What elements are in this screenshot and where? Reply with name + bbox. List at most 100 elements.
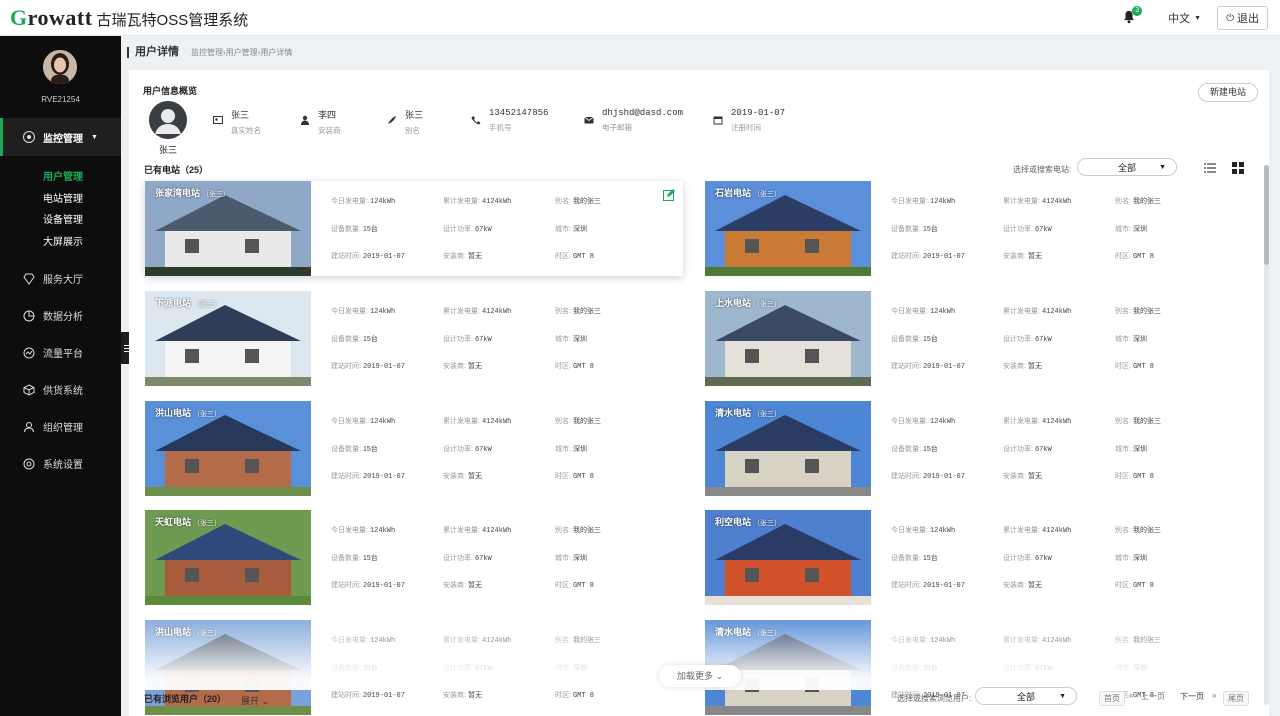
field-value: 67kW	[1034, 446, 1052, 454]
caret-down-icon: ▼	[1059, 692, 1066, 700]
brand[interactable]: Growatt 古瑞瓦特OSS管理系统	[10, 5, 248, 31]
breadcrumb-path[interactable]: 监控管理›用户管理›用户详情	[191, 47, 292, 58]
trend-icon	[23, 347, 35, 358]
field-label: 建站时间:	[891, 582, 921, 589]
field-value: 深圳	[572, 446, 587, 453]
station-photo[interactable]: 石岩电站 （张三）	[705, 181, 871, 276]
field-label: 时区:	[1115, 363, 1131, 370]
station-photo[interactable]: 清水电站（张三）	[705, 401, 871, 496]
station-card[interactable]: 洪山电站（张三） 今日发电量:124kWh 设备数量:15台建站时间:2019-01…	[145, 401, 683, 496]
field-value: 深圳	[1132, 446, 1147, 453]
language-select[interactable]: 中文 ▼	[1168, 10, 1201, 26]
station-photo[interactable]: 洪山电站（张三）	[145, 401, 311, 496]
station-photo[interactable]: 上水电站 （张三）	[705, 291, 871, 386]
scrollbar[interactable]	[1264, 165, 1269, 705]
station-field-total: 累计发电量:4124kWh	[1003, 525, 1071, 535]
field-value: 我的张三	[572, 198, 601, 205]
station-field-total: 累计发电量:4124kWh	[1003, 196, 1071, 206]
field-value: GMT 8	[1132, 582, 1154, 590]
field-label: 时区:	[1115, 582, 1131, 589]
pager-last[interactable]: 尾页	[1223, 691, 1249, 706]
field-label: 设计功率:	[1003, 446, 1033, 453]
station-photo[interactable]: 天虹电站 （张三）	[145, 510, 311, 605]
sidebar-item-monitor[interactable]: 监控管理 ▼	[0, 118, 121, 156]
feather-icon	[388, 116, 396, 124]
subnav-user-manage[interactable]: 用户管理	[43, 168, 83, 183]
sidebar-item-service-hall[interactable]: 服务大厅	[23, 271, 83, 286]
field-label: 设备数量:	[891, 226, 921, 233]
field-value: 我的张三	[572, 418, 601, 425]
station-field-today: 今日发电量:124kWh	[331, 196, 395, 206]
subnav-device-manage[interactable]: 设备管理	[43, 211, 83, 226]
station-name: 洪山电站（张三）	[155, 408, 222, 418]
field-value: 2019-01-07	[362, 253, 405, 261]
field-value: 4124kWh	[481, 308, 512, 316]
station-field-installer: 安装商:暂无	[1003, 361, 1042, 371]
pager-first[interactable]: 首页	[1099, 691, 1125, 706]
load-more-button[interactable]: 加载更多 ⌄	[659, 665, 741, 687]
station-field-today: 今日发电量:124kWh	[891, 306, 955, 316]
station-card[interactable]: 天虹电站 （张三） 今日发电量: 124kWh 设备数量: 15台 建站时间: 2019-01…	[145, 510, 683, 605]
logout-label: 退出	[1237, 13, 1259, 25]
station-field-city: 城市:深圳	[555, 444, 587, 454]
new-station-button[interactable]: 新建电站	[1198, 83, 1258, 102]
pager-prev[interactable]: 上一页	[1141, 691, 1165, 702]
sidebar-item-supply-system[interactable]: 供货系统	[23, 382, 83, 397]
station-card[interactable]: 石岩电站 （张三） 今日发电量: 124kWh 设备数量: 15台 建站时间: 2019-01…	[705, 181, 1243, 276]
subnav-station-manage[interactable]: 电站管理	[43, 190, 83, 205]
viewer-filter-select[interactable]: 全部 ▼	[975, 687, 1077, 705]
station-card[interactable]: 清水电站（张三） 今日发电量:124kWh 设备数量:15台建站时间:2019-01…	[705, 401, 1243, 496]
pager-next-arrow[interactable]: »	[1212, 691, 1216, 700]
station-photo[interactable]: 下派电站 （张三）	[145, 291, 311, 386]
station-field-city: 城市:深圳	[555, 334, 587, 344]
field-label: 时区:	[555, 253, 571, 260]
station-field-count: 设备数量:15台	[891, 553, 938, 563]
station-field-tz: 时区:GMT 8	[555, 361, 594, 371]
sidebar-item-org-manage[interactable]: 组织管理	[23, 419, 83, 434]
sidebar-item-traffic-platform[interactable]: 流量平台	[23, 345, 83, 360]
field-label: 设计功率:	[443, 226, 473, 233]
station-field-built: 建站时间: 2019-01-07	[891, 580, 965, 590]
field-label: 设备数量:	[331, 446, 361, 453]
sidebar-item-system-settings[interactable]: 系统设置	[23, 456, 83, 471]
pager-next[interactable]: 下一页	[1180, 691, 1204, 702]
station-card[interactable]: 下派电站 （张三） 今日发电量: 124kWh 设备数量: 15台 建站时间: 2019-01…	[145, 291, 683, 386]
top-bar: Growatt 古瑞瓦特OSS管理系统 3 中文 ▼ ⏻ 退出	[0, 0, 1280, 36]
field-value: 124kWh	[929, 308, 956, 316]
sidebar-item-label: 服务大厅	[43, 275, 83, 286]
field-value: GMT 8	[1132, 473, 1154, 481]
edit-icon[interactable]	[663, 189, 675, 201]
field-value: GMT 8	[572, 582, 594, 590]
field-value: 我的张三	[1132, 308, 1161, 315]
field-label: 今日发电量:	[331, 418, 368, 425]
station-field-count: 设备数量:15台	[331, 224, 378, 234]
station-card[interactable]: 张家湾电站 （张三） 今日发电量: 124kWh 设备数量: 15台 建站时间: 2019-0…	[145, 181, 683, 276]
station-card[interactable]: 上水电站 （张三） 今日发电量: 124kWh 设备数量: 15台 建站时间: 2019-01…	[705, 291, 1243, 386]
station-field-city: 城市:深圳	[1115, 553, 1147, 563]
phone-icon	[471, 116, 481, 125]
station-field-tz: 时区:GMT 8	[555, 471, 594, 481]
field-value: 4124kWh	[1041, 198, 1072, 206]
field-label: 别名:	[1115, 308, 1131, 315]
expand-viewers-button[interactable]: 展开 ⌄	[241, 694, 269, 707]
caret-down-icon: ▼	[1194, 14, 1202, 22]
station-filter-select[interactable]: 全部 ▼	[1077, 158, 1177, 176]
scrollbar-thumb[interactable]	[1264, 165, 1269, 265]
station-photo[interactable]: 张家湾电站 （张三）	[145, 181, 311, 276]
field-label: 安装商:	[443, 692, 466, 699]
subnav-big-screen[interactable]: 大屏展示	[43, 233, 83, 248]
grid-view-icon[interactable]	[1232, 162, 1244, 174]
list-view-icon[interactable]	[1204, 162, 1216, 174]
station-name: 下派电站 （张三）	[155, 298, 222, 308]
page-title: 用户详情	[127, 46, 179, 58]
field-label: 城市:	[555, 336, 571, 343]
notification-button[interactable]: 3	[1122, 6, 1143, 26]
logout-button[interactable]: ⏻ 退出	[1217, 6, 1268, 30]
station-photo[interactable]: 利空电站 （张三）	[705, 510, 871, 605]
pager-prev-arrow[interactable]: «	[1129, 691, 1133, 700]
field-label: 安装商:	[443, 473, 466, 480]
sidebar-item-data-analysis[interactable]: 数据分析	[23, 308, 83, 323]
station-card[interactable]: 利空电站 （张三） 今日发电量: 124kWh 设备数量: 15台 建站时间: 2019-01…	[705, 510, 1243, 605]
user-avatar[interactable]	[43, 50, 77, 84]
field-label: 别名:	[1115, 527, 1131, 534]
